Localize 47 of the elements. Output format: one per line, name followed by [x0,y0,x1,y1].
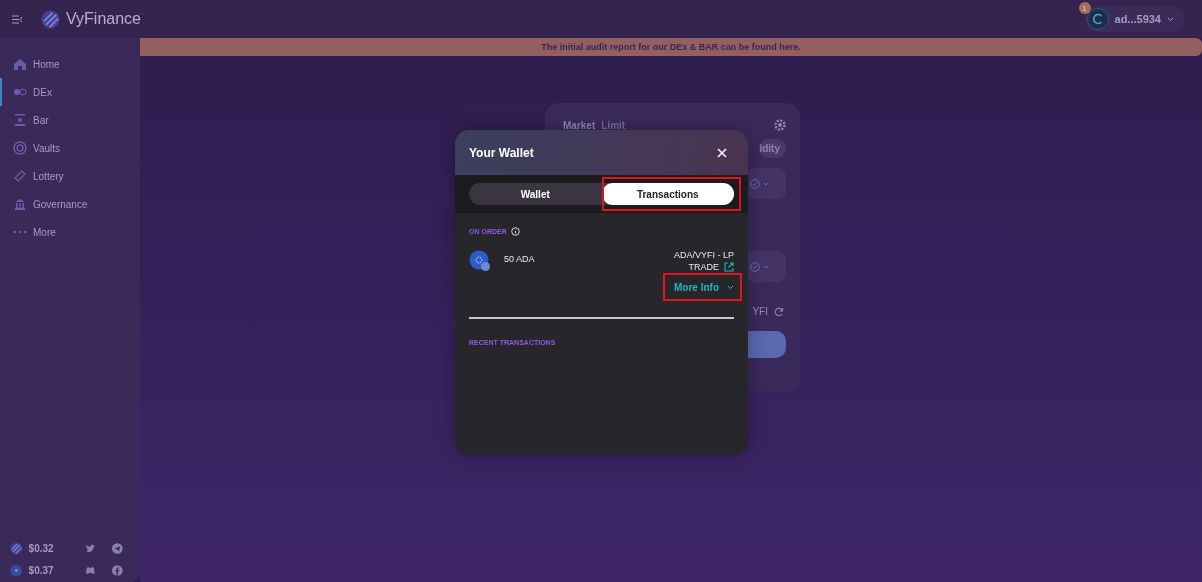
facebook-icon[interactable] [112,564,123,576]
token-pair-icon [469,250,491,272]
bank-icon [13,197,27,211]
external-link-icon[interactable] [724,262,734,272]
ticket-icon [13,169,27,183]
app-name: VyFinance [66,10,141,28]
telegram-icon[interactable] [112,542,123,554]
home-icon [13,57,27,71]
sidebar-item[interactable]: Home [0,50,140,78]
discord-icon[interactable] [84,564,96,576]
rate-text: YFI [752,306,768,317]
settings-icon[interactable] [774,119,786,131]
vault-icon [13,141,27,155]
swap-button[interactable] [746,331,786,358]
wallet-tab[interactable]: Transactions [601,183,734,205]
chevron-down-icon [1167,16,1174,22]
token-price: $0.32 [28,542,55,554]
sidebar-item[interactable]: More [0,218,140,246]
refresh-avatar-icon [1086,8,1109,30]
sidebar-item[interactable]: Bar [0,106,140,134]
more-info-button[interactable]: More Info [674,282,734,293]
token-logo-icon [10,563,23,577]
order-pair: ADA/VYFI - LP [673,250,734,260]
order-type-tab[interactable]: Market [563,119,596,131]
twitter-icon[interactable] [84,542,96,554]
notification-badge: 1 [1078,2,1091,14]
token-logo-icon [10,541,23,555]
token-select[interactable] [746,251,786,282]
audit-banner[interactable]: The initial audit report for our DEx & BAR can be found here. [140,38,1202,56]
modal-title: Your Wallet [469,145,534,160]
token-price: $0.37 [28,564,55,576]
sidebar-item[interactable]: Lottery [0,162,140,190]
liquidity-tab[interactable]: idity [759,139,786,158]
order-type: TRADE [688,262,719,272]
sidebar-item[interactable]: Vaults [0,134,140,162]
close-button[interactable] [716,146,728,159]
sidebar-item[interactable]: Governance [0,190,140,218]
podium-icon [13,113,27,127]
chevron-down-icon [727,285,734,290]
info-icon[interactable] [510,227,520,236]
menu-icon[interactable] [12,14,23,24]
order-amount: 50 ADA [504,254,535,266]
logo-icon [41,9,60,29]
token-select[interactable] [746,168,786,199]
wallet-tab[interactable]: Wallet [469,183,602,205]
refresh-icon[interactable] [774,306,784,317]
toggle-icon [13,85,27,99]
